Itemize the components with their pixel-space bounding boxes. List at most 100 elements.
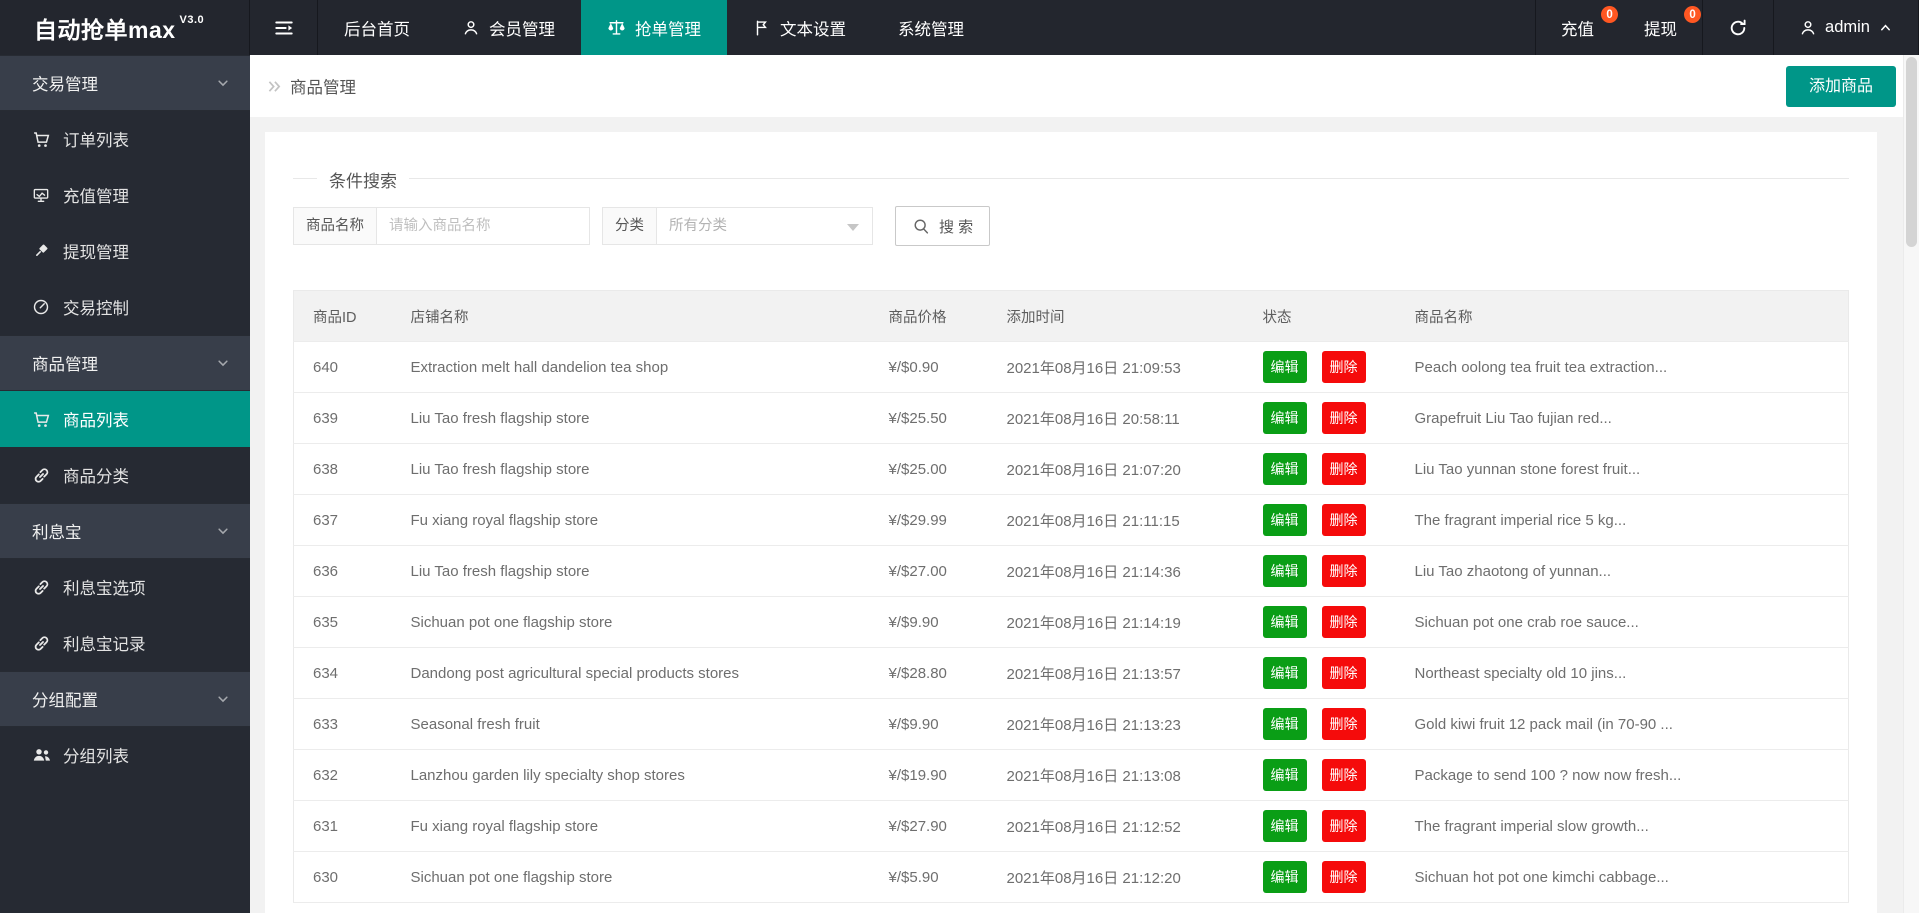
cell-product-name: Sichuan hot pot one kimchi cabbage... [1385,852,1849,903]
sidebar-item-label: 商品列表 [63,407,129,431]
cell-added-time: 2021年08月16日 21:14:19 [977,597,1233,648]
nav-tab[interactable]: 抢单管理 [581,0,727,55]
gauge-icon [32,298,53,316]
recharge-nav-button[interactable]: 充值 0 [1535,0,1619,55]
flag-icon [753,19,771,37]
cell-product-id: 638 [294,444,381,495]
nav-tab-label: 后台首页 [344,16,410,40]
cell-product-name: The fragrant imperial rice 5 kg... [1385,495,1849,546]
nav-tab[interactable]: 会员管理 [436,0,581,55]
cell-product-name: Peach oolong tea fruit tea extraction... [1385,342,1849,393]
refresh-button[interactable] [1702,0,1774,55]
sidebar-item[interactable]: 交易控制 [0,279,250,335]
sidebar-item[interactable]: 商品分类 [0,447,250,503]
cell-product-id: 631 [294,801,381,852]
table-row: 630 Sichuan pot one flagship store ¥/$5.… [294,852,1849,903]
hamburger-icon [273,17,295,39]
edit-button[interactable]: 编辑 [1263,351,1307,383]
delete-button[interactable]: 删除 [1322,606,1366,638]
delete-button[interactable]: 删除 [1322,402,1366,434]
chevron-down-icon [216,356,230,370]
column-header: 状态 [1233,291,1385,342]
sidebar-item[interactable]: 商品列表 [0,391,250,447]
category-select[interactable]: 所有分类 [657,207,873,245]
sidebar-item-label: 订单列表 [63,127,129,151]
sidebar-section-label: 分组配置 [32,687,98,711]
edit-button[interactable]: 编辑 [1263,606,1307,638]
nav-tab[interactable]: 系统管理 [872,0,990,55]
delete-button[interactable]: 删除 [1322,861,1366,893]
sidebar-item[interactable]: 提现管理 [0,223,250,279]
app-version: V3.0 [180,14,205,26]
edit-button[interactable]: 编辑 [1263,759,1307,791]
sidebar-item[interactable]: 充值管理 [0,167,250,223]
cell-status: 编辑删除 [1233,750,1385,801]
cell-added-time: 2021年08月16日 21:13:23 [977,699,1233,750]
sidebar-item[interactable]: 订单列表 [0,111,250,167]
cell-added-time: 2021年08月16日 21:14:36 [977,546,1233,597]
breadcrumb-bar: 商品管理 添加商品 [250,55,1903,117]
cell-product-name: Northeast specialty old 10 jins... [1385,648,1849,699]
edit-button[interactable]: 编辑 [1263,555,1307,587]
nav-tab-label: 文本设置 [780,16,846,40]
search-legend: 条件搜索 [317,167,409,192]
cell-product-name: Sichuan pot one crab roe sauce... [1385,597,1849,648]
sidebar-item-label: 分组列表 [63,743,129,767]
scrollbar-thumb[interactable] [1906,57,1917,247]
page-scrollbar[interactable] [1903,55,1919,913]
withdraw-nav-button[interactable]: 提现 0 [1619,0,1702,55]
cell-status: 编辑删除 [1233,597,1385,648]
sidebar-section-header[interactable]: 商品管理 [0,335,250,391]
withdraw-label: 提现 [1644,16,1677,40]
sidebar-collapse-button[interactable] [250,0,318,55]
recharge-label: 充值 [1561,16,1594,40]
delete-button[interactable]: 删除 [1322,351,1366,383]
sidebar-item[interactable]: 分组列表 [0,727,250,783]
cell-store-name: Sichuan pot one flagship store [381,597,859,648]
select-caret-icon [847,224,859,231]
sidebar-item[interactable]: 利息宝记录 [0,615,250,671]
edit-button[interactable]: 编辑 [1263,861,1307,893]
nav-tab[interactable]: 文本设置 [727,0,872,55]
users-icon [32,745,53,765]
edit-button[interactable]: 编辑 [1263,504,1307,536]
sidebar-section-header[interactable]: 交易管理 [0,55,250,111]
delete-button[interactable]: 删除 [1322,555,1366,587]
edit-button[interactable]: 编辑 [1263,402,1307,434]
product-name-input[interactable] [377,207,590,245]
delete-button[interactable]: 删除 [1322,657,1366,689]
navbar-right: 充值 0 提现 0 admin [1535,0,1919,55]
table-row: 637 Fu xiang royal flagship store ¥/$29.… [294,495,1849,546]
delete-button[interactable]: 删除 [1322,453,1366,485]
sidebar-item[interactable]: 利息宝选项 [0,559,250,615]
delete-button[interactable]: 删除 [1322,708,1366,740]
cell-price: ¥/$27.90 [859,801,977,852]
edit-button[interactable]: 编辑 [1263,453,1307,485]
delete-button[interactable]: 删除 [1322,504,1366,536]
delete-button[interactable]: 删除 [1322,759,1366,791]
add-product-button[interactable]: 添加商品 [1786,66,1896,107]
sidebar-item-label: 利息宝选项 [63,575,146,599]
edit-button[interactable]: 编辑 [1263,657,1307,689]
search-button[interactable]: 搜 索 [895,206,990,246]
nav-tab[interactable]: 后台首页 [318,0,436,55]
link-icon [32,578,53,597]
sidebar-section-label: 商品管理 [32,351,98,375]
cell-product-name: Grapefruit Liu Tao fujian red... [1385,393,1849,444]
cell-product-id: 636 [294,546,381,597]
cell-store-name: Fu xiang royal flagship store [381,495,859,546]
column-header: 商品名称 [1385,291,1849,342]
sidebar-section-header[interactable]: 分组配置 [0,671,250,727]
table-row: 634 Dandong post agricultural special pr… [294,648,1849,699]
cell-product-id: 635 [294,597,381,648]
cell-product-name: Liu Tao zhaotong of yunnan... [1385,546,1849,597]
delete-button[interactable]: 删除 [1322,810,1366,842]
table-row: 632 Lanzhou garden lily specialty shop s… [294,750,1849,801]
top-navbar: 自动抢单max V3.0 后台首页会员管理抢单管理文本设置系统管理 充值 0 提… [0,0,1919,55]
column-header: 店铺名称 [381,291,859,342]
edit-button[interactable]: 编辑 [1263,810,1307,842]
user-menu[interactable]: admin [1774,0,1919,55]
chevron-down-icon [216,524,230,538]
sidebar-section-header[interactable]: 利息宝 [0,503,250,559]
edit-button[interactable]: 编辑 [1263,708,1307,740]
